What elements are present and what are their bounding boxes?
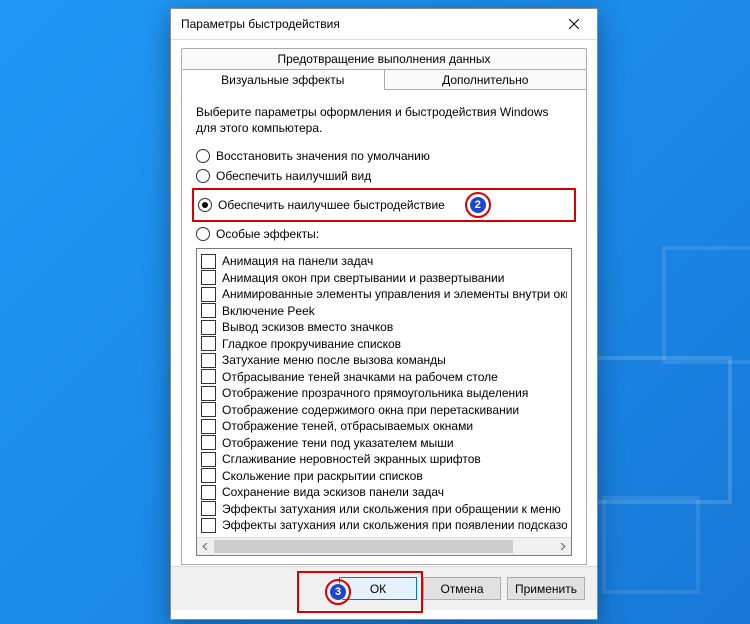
checkbox-icon (201, 287, 216, 302)
effect-checkbox[interactable]: Гладкое прокручивание списков (201, 336, 567, 351)
checkbox-icon (201, 518, 216, 533)
checkbox-icon (201, 254, 216, 269)
effect-label: Затухание меню после вызова команды (222, 353, 446, 367)
effect-checkbox[interactable]: Отображение содержимого окна при перетас… (201, 402, 567, 417)
cancel-button[interactable]: Отмена (423, 577, 501, 600)
checkbox-icon (201, 270, 216, 285)
apply-button[interactable]: Применить (507, 577, 585, 600)
effects-list-scroll[interactable]: Анимация на панели задач Анимация окон пр… (197, 249, 571, 537)
effect-checkbox[interactable]: Включение Peek (201, 303, 567, 318)
radio-icon (196, 227, 210, 241)
scroll-left-button[interactable] (197, 538, 214, 555)
chevron-right-icon (559, 543, 566, 550)
performance-options-dialog: Параметры быстродействия Предотвращение … (170, 8, 598, 620)
checkbox-icon (201, 485, 216, 500)
callout-step2-highlight: Обеспечить наилучшее быстродействие 2 (192, 188, 576, 222)
window-title: Параметры быстродействия (181, 17, 340, 31)
callout-step2: 2 (465, 192, 491, 218)
radio-label: Восстановить значения по умолчанию (216, 149, 430, 163)
checkbox-icon (201, 402, 216, 417)
effect-label: Включение Peek (222, 304, 315, 318)
horizontal-scrollbar[interactable] (197, 537, 571, 555)
callout-step3: 3 (325, 579, 351, 605)
intro-text: Выберите параметры оформления и быстроде… (196, 104, 572, 136)
close-button[interactable] (551, 9, 597, 39)
effect-checkbox[interactable]: Затухание меню после вызова команды (201, 353, 567, 368)
effect-checkbox[interactable]: Анимация окон при свертывании и разверты… (201, 270, 567, 285)
effect-label: Эффекты затухания или скольжения при поя… (222, 518, 567, 532)
effect-checkbox[interactable]: Отображение тени под указателем мыши (201, 435, 567, 450)
effects-list: Анимация на панели задач Анимация окон пр… (196, 248, 572, 556)
effect-label: Отображение прозрачного прямоугольника в… (222, 386, 528, 400)
checkbox-icon (201, 501, 216, 516)
chevron-left-icon (202, 543, 209, 550)
checkbox-icon (201, 353, 216, 368)
scroll-right-button[interactable] (554, 538, 571, 555)
effect-label: Анимация на панели задач (222, 254, 373, 268)
close-icon (569, 19, 579, 29)
dialog-button-row: 3 ОК Отмена Применить (171, 566, 597, 610)
tab-advanced[interactable]: Дополнительно (385, 69, 588, 90)
checkbox-icon (201, 468, 216, 483)
checkbox-icon (201, 452, 216, 467)
tab-strip: Предотвращение выполнения данных Визуаль… (171, 40, 597, 566)
effect-label: Гладкое прокручивание списков (222, 337, 401, 351)
effect-checkbox[interactable]: Вывод эскизов вместо значков (201, 320, 567, 335)
effect-checkbox[interactable]: Отображение прозрачного прямоугольника в… (201, 386, 567, 401)
effect-checkbox[interactable]: Сохранение вида эскизов панели задач (201, 485, 567, 500)
effect-checkbox[interactable]: Скольжение при раскрытии списков (201, 468, 567, 483)
effect-checkbox[interactable]: Эффекты затухания или скольжения при обр… (201, 501, 567, 516)
checkbox-icon (201, 386, 216, 401)
effect-label: Сохранение вида эскизов панели задач (222, 485, 444, 499)
effect-checkbox[interactable]: Отображение теней, отбрасываемых окнами (201, 419, 567, 434)
effect-label: Эффекты затухания или скольжения при обр… (222, 502, 561, 516)
radio-best-performance[interactable]: Обеспечить наилучшее быстродействие (198, 198, 445, 212)
effect-checkbox[interactable]: Анимированные элементы управления и элем… (201, 287, 567, 302)
radio-icon-checked (198, 198, 212, 212)
titlebar[interactable]: Параметры быстродействия (171, 9, 597, 40)
radio-best-appearance[interactable]: Обеспечить наилучший вид (196, 169, 572, 183)
radio-label: Обеспечить наилучшее быстродействие (218, 198, 445, 212)
effect-label: Вывод эскизов вместо значков (222, 320, 393, 334)
effect-label: Отображение тени под указателем мыши (222, 436, 454, 450)
scroll-thumb[interactable] (214, 540, 513, 553)
effect-label: Анимированные элементы управления и элем… (222, 287, 567, 301)
checkbox-icon (201, 435, 216, 450)
radio-let-windows-choose[interactable]: Восстановить значения по умолчанию (196, 149, 572, 163)
effect-checkbox[interactable]: Эффекты затухания или скольжения при поя… (201, 518, 567, 533)
effect-label: Отображение содержимого окна при перетас… (222, 403, 519, 417)
effect-label: Отображение теней, отбрасываемых окнами (222, 419, 473, 433)
effect-checkbox[interactable]: Сглаживание неровностей экранных шрифтов (201, 452, 567, 467)
radio-custom[interactable]: Особые эффекты: (196, 227, 572, 241)
effect-label: Сглаживание неровностей экранных шрифтов (222, 452, 481, 466)
radio-icon (196, 149, 210, 163)
effect-label: Скольжение при раскрытии списков (222, 469, 423, 483)
scroll-track[interactable] (214, 538, 554, 555)
radio-label: Обеспечить наилучший вид (216, 169, 371, 183)
checkbox-icon (201, 336, 216, 351)
effect-checkbox[interactable]: Анимация на панели задач (201, 254, 567, 269)
tab-visual-effects[interactable]: Визуальные эффекты (181, 69, 385, 90)
checkbox-icon (201, 320, 216, 335)
radio-label: Особые эффекты: (216, 227, 319, 241)
effect-label: Анимация окон при свертывании и разверты… (222, 271, 504, 285)
checkbox-icon (201, 303, 216, 318)
tab-dep[interactable]: Предотвращение выполнения данных (181, 48, 587, 69)
checkbox-icon (201, 419, 216, 434)
effect-checkbox[interactable]: Отбрасывание теней значками на рабочем с… (201, 369, 567, 384)
checkbox-icon (201, 369, 216, 384)
effect-label: Отбрасывание теней значками на рабочем с… (222, 370, 498, 384)
radio-icon (196, 169, 210, 183)
tab-panel-visual: Выберите параметры оформления и быстроде… (181, 89, 587, 565)
